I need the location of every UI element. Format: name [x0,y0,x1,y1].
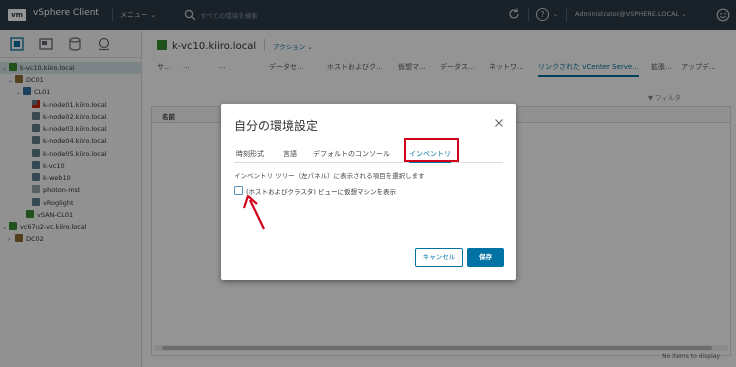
tab-time-format[interactable]: 時刻形式 [236,149,264,159]
cancel-button[interactable]: キャンセル [415,248,463,267]
dialog-title: 自分の環境設定 [234,119,319,133]
annotation-highlight-box [404,138,459,162]
close-icon[interactable] [493,117,505,129]
dialog-tabs: 時刻形式 言語 デフォルトのコンソール インベントリ [234,147,503,163]
inventory-description: インベントリ ツリー（左パネル）に表示される項目を選択します [234,172,425,180]
annotation-arrow-icon [242,194,265,230]
tab-language[interactable]: 言語 [283,149,297,159]
tab-default-console[interactable]: デフォルトのコンソール [313,149,390,159]
save-button[interactable]: 保存 [467,248,504,267]
